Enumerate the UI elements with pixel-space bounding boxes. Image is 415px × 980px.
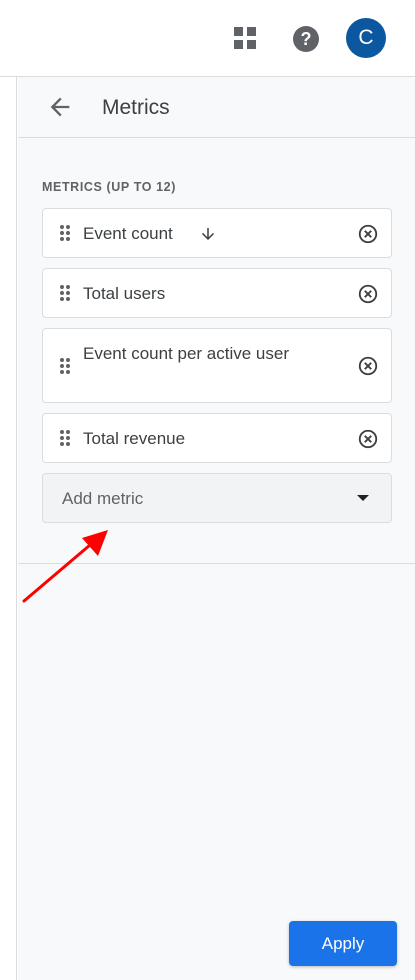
add-metric-placeholder: Add metric — [62, 489, 144, 508]
metric-chip-total-users[interactable]: Total users — [42, 268, 392, 318]
help-icon[interactable]: ? — [293, 26, 319, 52]
dropdown-caret-icon — [357, 495, 369, 501]
divider — [18, 563, 415, 564]
arrow-back-icon[interactable] — [46, 93, 74, 121]
metric-label: Event count per active user — [83, 344, 290, 363]
drag-handle-icon[interactable] — [60, 358, 70, 374]
metric-chip-total-revenue[interactable]: Total revenue — [42, 413, 392, 463]
apps-grid-icon[interactable] — [234, 27, 258, 51]
remove-circle-icon[interactable] — [357, 355, 379, 377]
metric-label: Total users — [83, 284, 166, 303]
remove-circle-icon[interactable] — [357, 428, 379, 450]
apply-button[interactable]: Apply — [289, 921, 397, 966]
metric-chip-event-count[interactable]: Event count — [42, 208, 392, 258]
arrow-downward-icon[interactable] — [199, 224, 217, 244]
account-avatar[interactable]: C — [346, 18, 386, 58]
top-app-bar: ? C — [0, 0, 415, 77]
remove-circle-icon[interactable] — [357, 223, 379, 245]
metric-label: Total revenue — [83, 429, 186, 448]
panel-title: Metrics — [102, 96, 170, 119]
remove-circle-icon[interactable] — [357, 283, 379, 305]
panel-header: Metrics — [18, 77, 415, 138]
drag-handle-icon[interactable] — [60, 285, 70, 301]
drag-handle-icon[interactable] — [60, 225, 70, 241]
metric-label: Event count — [83, 224, 173, 243]
drag-handle-icon[interactable] — [60, 430, 70, 446]
metric-chip-event-count-per-active-user[interactable]: Event count per active user — [42, 328, 392, 403]
metrics-panel: Metrics METRICS (UP TO 12) Event count T… — [18, 77, 415, 980]
left-nav-strip — [0, 77, 17, 980]
add-metric-dropdown[interactable]: Add metric — [42, 473, 392, 523]
section-label: METRICS (UP TO 12) — [42, 180, 176, 194]
